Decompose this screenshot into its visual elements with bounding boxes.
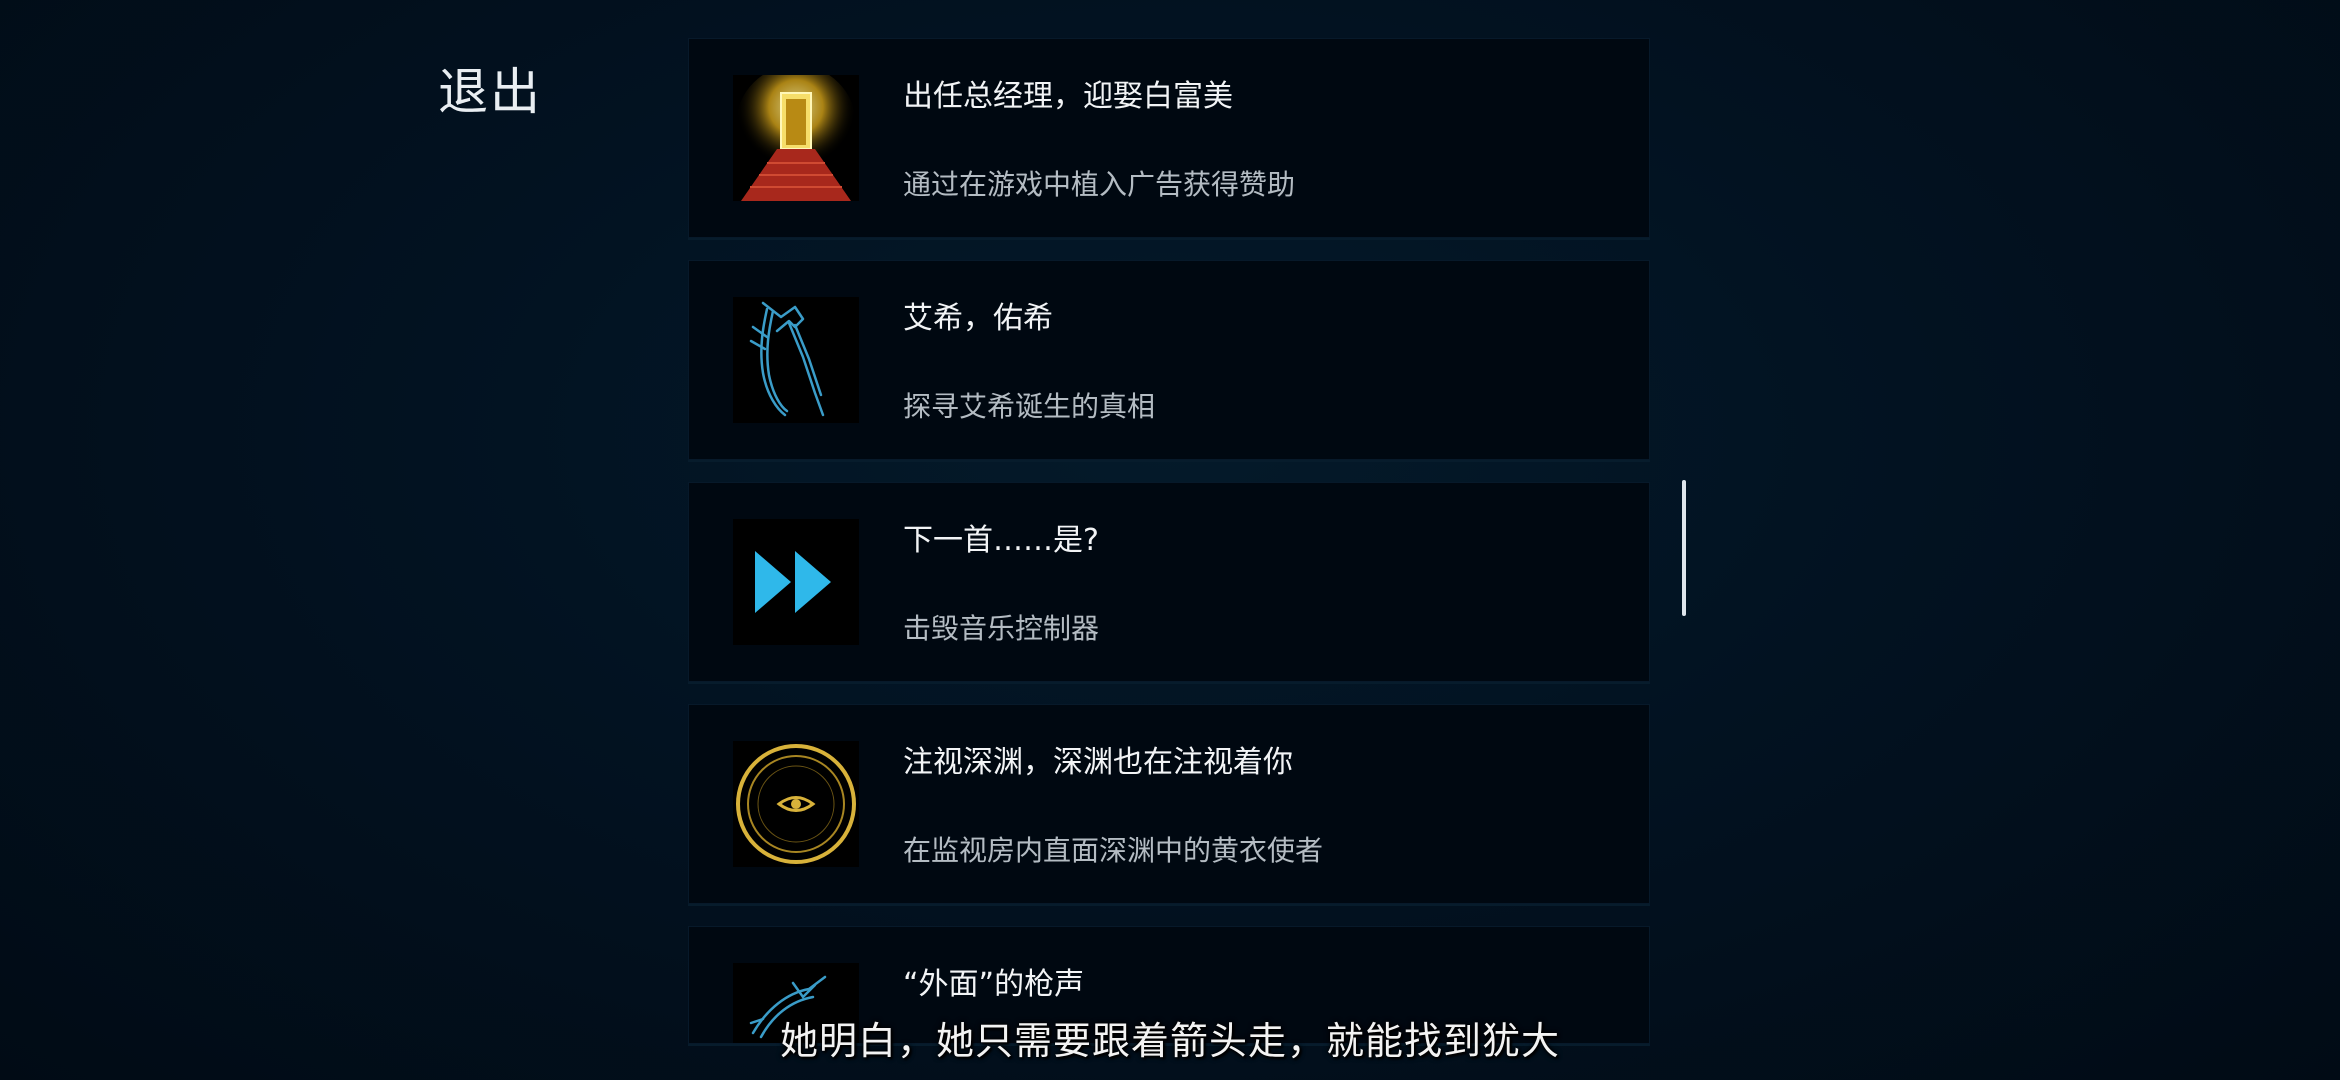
fast-forward-icon — [733, 519, 859, 645]
achievement-list[interactable]: 出任总经理，迎娶白富美 通过在游戏中植入广告获得赞助 艾希，佑希 探寻艾希诞生的… — [688, 38, 1650, 1066]
achievement-title: 出任总经理，迎娶白富美 — [903, 79, 1233, 114]
achievement-card-next-song[interactable]: 下一首……是? 击毁音乐控制器 — [688, 482, 1650, 682]
eye-ring-icon — [733, 741, 859, 867]
achievement-card-ashley[interactable]: 艾希，佑希 探寻艾希诞生的真相 — [688, 260, 1650, 460]
exit-button[interactable]: 退出 — [438, 52, 542, 124]
scythe-blade-icon — [733, 297, 859, 423]
achievement-description: 击毁音乐控制器 — [903, 612, 1100, 645]
achievement-description: 通过在游戏中植入广告获得赞助 — [903, 168, 1296, 201]
achievement-title: “外面”的枪声 — [903, 967, 1085, 1002]
scrollbar-thumb[interactable] — [1682, 480, 1686, 616]
dialogue-subtitle: 她明白，她只需要跟着箭头走，就能找到犹大 — [779, 1019, 1560, 1063]
achievements-screen: 退出 出任总经理，迎娶白富美 通过在游戏中植入广告获得赞助 艾希，佑希 探寻艾希… — [0, 0, 2340, 1080]
achievement-title: 下一首……是? — [903, 523, 1099, 558]
achievement-card-ceo[interactable]: 出任总经理，迎娶白富美 通过在游戏中植入广告获得赞助 — [688, 38, 1650, 238]
achievement-card-abyss[interactable]: 注视深渊，深渊也在注视着你 在监视房内直面深渊中的黄衣使者 — [688, 704, 1650, 904]
golden-doorway-icon — [733, 75, 859, 201]
achievement-title: 艾希，佑希 — [903, 301, 1053, 336]
achievement-description: 探寻艾希诞生的真相 — [903, 390, 1156, 423]
achievement-description: 在监视房内直面深渊中的黄衣使者 — [903, 834, 1324, 867]
achievement-title: 注视深渊，深渊也在注视着你 — [903, 745, 1293, 780]
